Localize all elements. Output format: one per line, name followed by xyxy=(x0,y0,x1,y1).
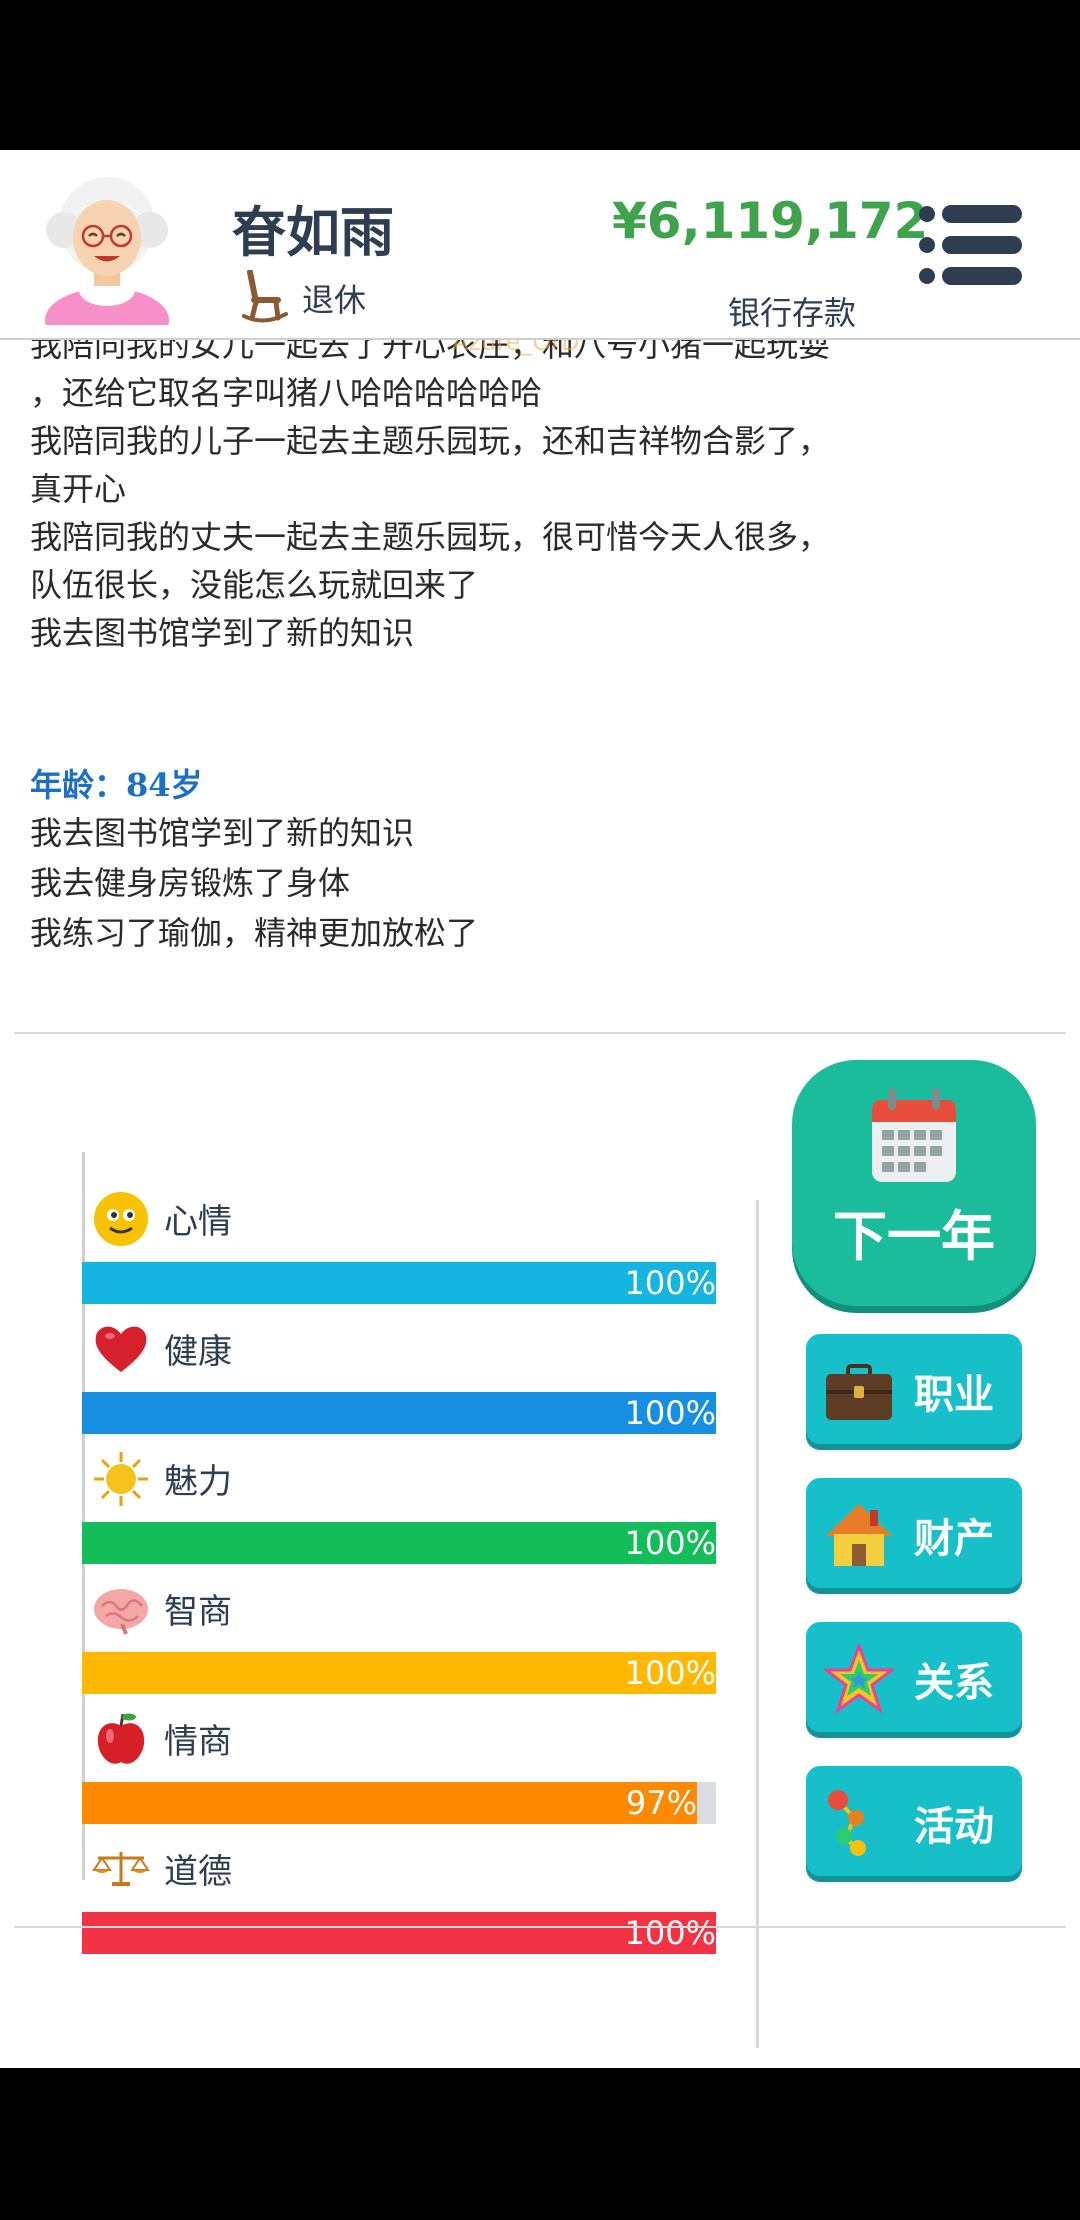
heart-icon xyxy=(95,1326,147,1372)
stat-label: 魅力 xyxy=(164,1462,232,1502)
log-line: 我练习了瑜伽，精神更加放松了 xyxy=(30,914,479,952)
log-divider xyxy=(14,1032,1066,1034)
log-line: 我去图书馆学到了新的知识 xyxy=(30,614,415,652)
stat-bar-track: 97% xyxy=(82,1782,716,1824)
house-icon xyxy=(826,1504,892,1566)
stat-label: 心情 xyxy=(164,1202,232,1242)
scales-icon xyxy=(92,1852,150,1886)
age-heading: 年龄：84岁 xyxy=(30,766,203,804)
stat-bar-track: 100% xyxy=(82,1262,716,1304)
stat-label: 智商 xyxy=(164,1592,232,1632)
stat-mood: 心情 100% xyxy=(82,1190,716,1320)
stat-charm: 魅力 100% xyxy=(82,1450,716,1580)
activity-dots-icon xyxy=(828,1790,866,1856)
game-screen: 眘如雨 退休 ¥6,119,172 银行存款 我陪同我的女儿一起去了开心农庄，和… xyxy=(0,150,1080,2068)
stat-eq: 情商 97% xyxy=(82,1710,716,1840)
career-button[interactable]: 职业 xyxy=(806,1334,1022,1444)
stat-value: 100% xyxy=(624,1264,716,1302)
next-year-label: 下一年 xyxy=(833,1205,995,1268)
career-label: 职业 xyxy=(914,1372,994,1418)
bank-balance-label: 银行存款 xyxy=(728,294,857,332)
stat-value: 97% xyxy=(625,1784,697,1822)
log-line: 我去图书馆学到了新的知识 xyxy=(30,814,415,852)
rocking-chair-icon xyxy=(242,270,288,323)
stat-label: 健康 xyxy=(164,1332,232,1372)
character-header: 眘如雨 退休 ¥6,119,172 银行存款 xyxy=(0,150,1080,340)
relations-button[interactable]: 关系 xyxy=(806,1622,1022,1732)
status-text: 退休 xyxy=(302,281,367,319)
stat-bar-fill xyxy=(82,1652,716,1694)
log-line: ，还给它取名字叫猪八哈哈哈哈哈哈 xyxy=(30,374,543,412)
stat-bar-fill xyxy=(82,1522,716,1564)
menu-icon xyxy=(919,205,1022,285)
log-line: 队伍很长，没能怎么玩就回来了 xyxy=(30,566,479,604)
stat-bar-track: 100% xyxy=(82,1522,716,1564)
calendar-icon xyxy=(872,1088,956,1182)
log-line: 我陪同我的儿子一起去主题乐园玩，还和吉祥物合影了， xyxy=(30,422,831,460)
activities-label: 活动 xyxy=(914,1804,994,1850)
life-status: 退休 xyxy=(242,270,366,326)
stat-iq: 智商 100% xyxy=(82,1580,716,1710)
stat-value: 100% xyxy=(624,1524,716,1562)
stat-bar-fill xyxy=(82,1262,716,1304)
stat-label: 情商 xyxy=(164,1722,232,1762)
stat-value: 100% xyxy=(624,1654,716,1692)
assets-label: 财产 xyxy=(914,1516,994,1562)
sun-icon xyxy=(94,1452,148,1506)
activities-button[interactable]: 活动 xyxy=(806,1766,1022,1876)
bank-balance: ¥6,119,172 xyxy=(612,192,929,250)
stat-health: 健康 100% xyxy=(82,1320,716,1450)
stat-bar-fill xyxy=(82,1912,716,1954)
assets-button[interactable]: 财产 xyxy=(806,1478,1022,1588)
stat-value: 100% xyxy=(624,1914,716,1952)
stat-bar-fill xyxy=(82,1782,697,1824)
relations-label: 关系 xyxy=(914,1660,994,1706)
log-line: 我去健身房锻炼了身体 xyxy=(30,864,351,902)
elderly-woman-avatar xyxy=(45,177,169,325)
stat-bar-track: 100% xyxy=(82,1912,716,1954)
stat-value: 100% xyxy=(624,1394,716,1432)
menu-button[interactable] xyxy=(918,204,1024,286)
next-year-button[interactable]: 下一年 xyxy=(792,1060,1036,1306)
character-name: 眘如雨 xyxy=(232,201,394,264)
panel-divider xyxy=(756,1200,759,2048)
log-line: 我陪同我的丈夫一起去主题乐园玩，很可惜今天人很多， xyxy=(30,518,831,556)
log-line: 真开心 xyxy=(30,470,127,508)
stat-bar-track: 100% xyxy=(82,1652,716,1694)
attribute-panel: 心情 100% 健康 100% 魅力 100% 智商 100% 情商 97% 道… xyxy=(0,1040,760,1954)
briefcase-icon xyxy=(826,1364,892,1420)
stat-label: 道德 xyxy=(164,1852,232,1892)
stat-bar-track: 100% xyxy=(82,1392,716,1434)
brain-icon xyxy=(94,1589,148,1635)
star-icon xyxy=(824,1644,894,1714)
watermark: Azure_OrD xyxy=(452,340,580,356)
apple-icon xyxy=(97,1713,145,1764)
bottom-divider xyxy=(14,1926,1066,1928)
stat-bar-fill xyxy=(82,1392,716,1434)
smiley-face-icon xyxy=(94,1192,148,1246)
stat-morality: 道德 100% xyxy=(82,1840,716,1970)
